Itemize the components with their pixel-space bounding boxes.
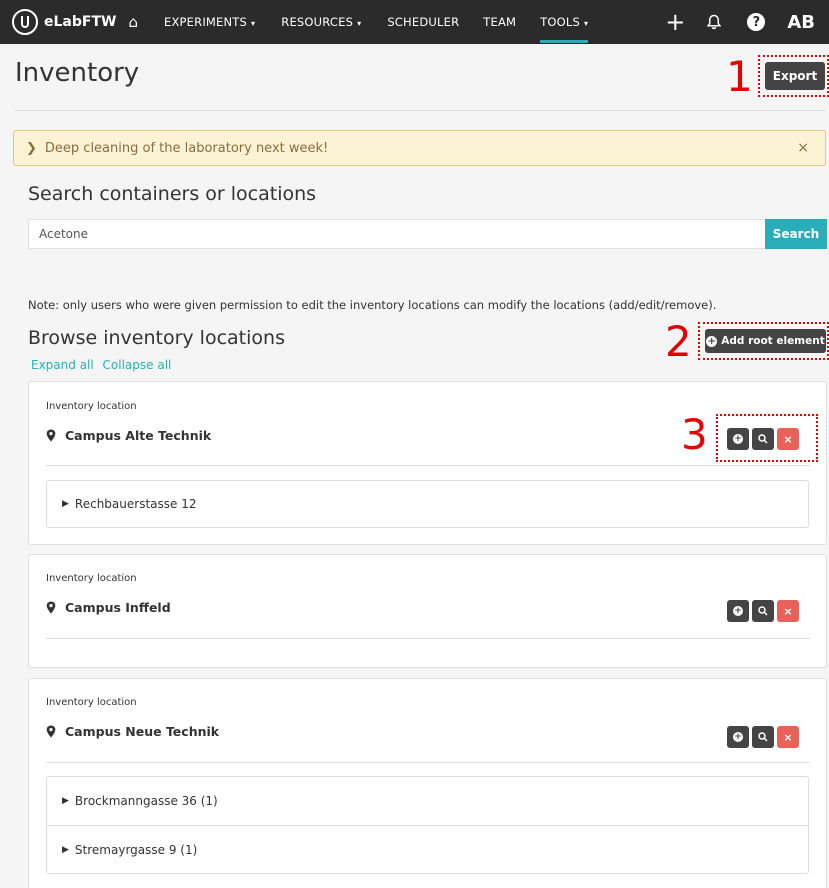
close-icon: × (783, 730, 793, 744)
nav-team[interactable]: TEAM (483, 0, 516, 44)
collapse-all-link[interactable]: Collapse all (103, 358, 172, 372)
search-icon (758, 606, 768, 616)
brand[interactable]: eLabFTW (12, 9, 116, 35)
card-divider (46, 762, 810, 763)
nav-resources[interactable]: RESOURCES ▾ (281, 0, 361, 44)
card-divider (46, 638, 810, 639)
location-actions: + × (727, 726, 802, 748)
search-section-title: Search containers or locations (28, 183, 317, 205)
page-title: Inventory (15, 58, 140, 88)
chevron-down-icon: ▾ (584, 19, 589, 28)
location-name: Campus Neue Technik (46, 724, 219, 739)
nav-experiments[interactable]: EXPERIMENTS ▾ (164, 0, 255, 44)
map-marker-icon (46, 725, 56, 738)
add-root-element-button[interactable]: + Add root element (705, 329, 826, 353)
search-location-button[interactable] (752, 726, 774, 748)
plus-circle-icon: + (706, 335, 718, 347)
tree-controls: Expand all Collapse all (31, 358, 176, 372)
nav-tools[interactable]: TOOLS ▾ (540, 0, 589, 44)
card-divider (46, 465, 810, 466)
search-button[interactable]: Search (765, 219, 827, 249)
close-icon[interactable]: × (797, 140, 809, 156)
create-plus-icon[interactable]: + (665, 10, 685, 34)
annotation-number-2: 2 (665, 317, 692, 366)
add-root-label: Add root element (721, 335, 825, 347)
location-card: Inventory location Campus Neue Technik +… (28, 678, 827, 888)
sublocation-item[interactable]: ▶ Brockmanngasse 36 (1) (47, 777, 808, 825)
sublocation-list: ▶ Brockmanngasse 36 (1) ▶ Stremayrgasse 9 … (46, 776, 809, 874)
user-avatar[interactable]: AB (787, 12, 815, 33)
location-name: Campus Alte Technik (46, 428, 211, 443)
expand-all-link[interactable]: Expand all (31, 358, 94, 372)
delete-location-button[interactable]: × (777, 726, 799, 748)
permission-note: Note: only users who were given permissi… (28, 298, 717, 312)
card-type-label: Inventory location (46, 401, 137, 412)
sublocation-item[interactable]: ▶ Stremayrgasse 9 (1) (47, 825, 808, 873)
chevron-down-icon: ▾ (357, 19, 362, 28)
top-navbar: eLabFTW ⌂ EXPERIMENTS ▾ RESOURCES ▾ SCHEDU… (0, 0, 829, 44)
annotation-highlight-actions (716, 414, 818, 462)
caret-right-icon: ▶ (62, 844, 69, 855)
alert-text: Deep cleaning of the laboratory next wee… (44, 140, 329, 156)
browse-section-title: Browse inventory locations (28, 327, 285, 349)
map-marker-icon (46, 429, 56, 442)
search-input[interactable]: Acetone (28, 219, 765, 249)
plus-circle-icon: + (733, 606, 743, 616)
search-location-button[interactable] (752, 600, 774, 622)
announcement-alert: ❯ Deep cleaning of the laboratory next w… (13, 130, 826, 166)
search-icon (758, 732, 768, 742)
nav-scheduler[interactable]: SCHEDULER (387, 0, 459, 44)
header-divider (15, 110, 825, 111)
card-type-label: Inventory location (46, 573, 137, 584)
chevron-right-icon[interactable]: ❯ (26, 141, 37, 156)
annotation-number-3: 3 (681, 410, 708, 459)
brand-name: eLabFTW (44, 14, 117, 30)
chevron-down-icon: ▾ (251, 19, 256, 28)
map-marker-icon (46, 601, 56, 614)
plus-circle-icon: + (733, 732, 743, 742)
location-name: Campus Inffeld (46, 600, 171, 615)
help-icon[interactable]: ? (747, 13, 766, 31)
card-type-label: Inventory location (46, 697, 137, 708)
sublocation-item[interactable]: ▶ Rechbauerstasse 12 (47, 481, 808, 527)
bell-icon[interactable] (707, 14, 722, 30)
delete-location-button[interactable]: × (777, 600, 799, 622)
close-icon: × (783, 604, 793, 618)
location-card: Inventory location Campus Alte Technik +… (28, 381, 827, 545)
annotation-number-1: 1 (726, 52, 753, 101)
export-button[interactable]: Export (765, 62, 825, 90)
caret-right-icon: ▶ (62, 499, 69, 509)
elabftw-logo-icon (12, 9, 38, 35)
add-child-button[interactable]: + (727, 600, 749, 622)
sublocation-list: ▶ Rechbauerstasse 12 (46, 480, 809, 528)
caret-right-icon: ▶ (62, 796, 69, 806)
location-actions: + × (727, 600, 802, 622)
home-icon[interactable]: ⌂ (128, 13, 138, 31)
add-child-button[interactable]: + (727, 726, 749, 748)
location-card: Inventory location Campus Inffeld + × (28, 554, 827, 668)
